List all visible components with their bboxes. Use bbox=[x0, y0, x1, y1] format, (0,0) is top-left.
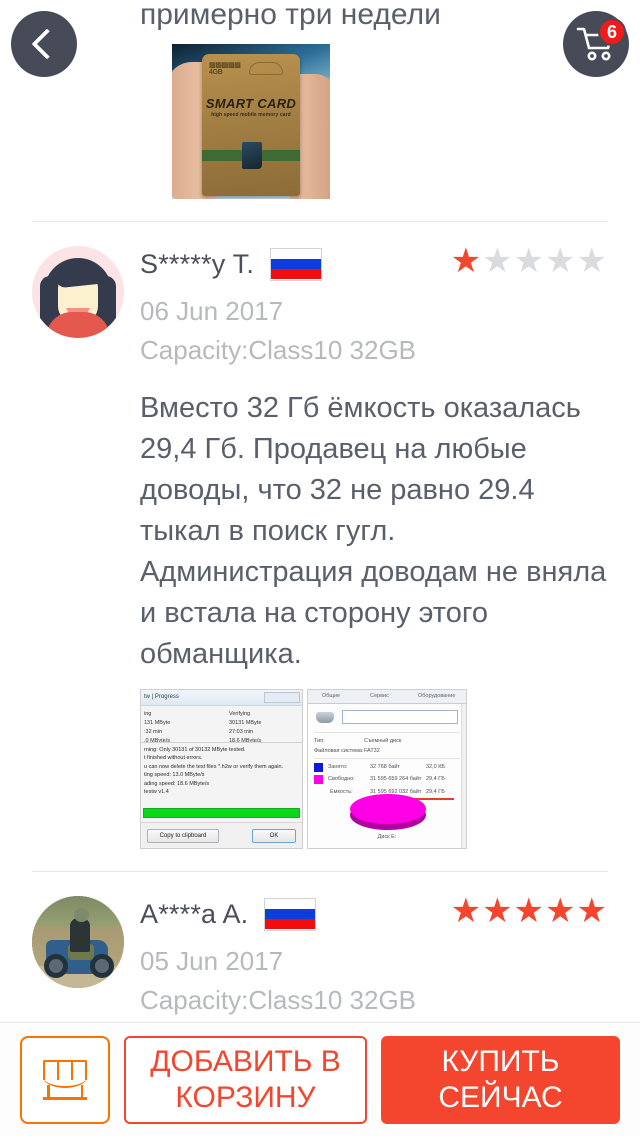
separator bbox=[141, 742, 302, 743]
star-rating: ★★★★★ bbox=[451, 894, 608, 928]
capacity-label: Емкость: bbox=[330, 789, 353, 795]
buy-now-button[interactable]: КУПИТЬ СЕЙЧАС bbox=[381, 1035, 620, 1124]
review-photos: tw | Progress ing 131 MByte :32 min .0 M… bbox=[140, 689, 608, 849]
used-bytes: 32 768 байт bbox=[370, 764, 401, 770]
volume-label-input bbox=[342, 710, 458, 724]
tab-service: Сервис bbox=[370, 693, 389, 699]
review-item: S*****y T. ★★★★★ 06 Jun 2017 Capacity:Cl… bbox=[0, 222, 640, 849]
scrollbar bbox=[461, 704, 466, 848]
green-tape-left bbox=[202, 150, 242, 161]
star-filled: ★ bbox=[545, 892, 577, 930]
review-header: S*****y T. ★★★★★ 06 Jun 2017 Capacity:Cl… bbox=[32, 244, 608, 366]
star-empty: ★ bbox=[513, 242, 546, 280]
star-rating: ★★★★★ bbox=[451, 244, 608, 278]
h2-column-left: ing 131 MByte :32 min .0 MByte/s bbox=[144, 711, 171, 744]
review-page: примерно три недели ▨▨▨▨▨ 4GB SMART CARD … bbox=[0, 0, 640, 1136]
chevron-left-icon bbox=[31, 28, 63, 60]
filesystem-value: FAT32 bbox=[364, 748, 380, 754]
pie-chart-label: Диск E: bbox=[377, 834, 397, 840]
review-meta: S*****y T. ★★★★★ 06 Jun 2017 Capacity:Cl… bbox=[140, 244, 608, 366]
avatar[interactable] bbox=[32, 246, 124, 338]
review-text: Вместо 32 Гб ёмкость оказалась 29,4 Гб. … bbox=[140, 392, 607, 670]
review-photo-smartcard[interactable]: ▨▨▨▨▨ 4GB SMART CARD high speed mobile me… bbox=[172, 44, 330, 199]
type-label: Тип: bbox=[314, 738, 325, 744]
review-meta: A****a A. ★★★★★ 05 Jun 2017 Capacity:Cla… bbox=[140, 894, 608, 1016]
tab-hardware: Оборудование bbox=[418, 693, 456, 699]
reviewer-row: A****a A. ★★★★★ bbox=[140, 894, 608, 932]
free-swatch bbox=[314, 775, 323, 784]
review-spec: Capacity:Class10 32GB bbox=[140, 985, 417, 1015]
star-filled: ★ bbox=[450, 242, 483, 280]
partial-review-top: примерно три недели ▨▨▨▨▨ 4GB SMART CARD … bbox=[0, 0, 640, 199]
disk-usage-pie-chart bbox=[350, 794, 426, 824]
microsd-card bbox=[242, 142, 262, 169]
review-photo-h2testw[interactable]: tw | Progress ing 131 MByte :32 min .0 M… bbox=[140, 689, 303, 849]
avatar-fringe bbox=[54, 261, 102, 289]
back-button[interactable] bbox=[11, 11, 77, 77]
star-filled: ★ bbox=[482, 892, 514, 930]
shopping-cart-icon: 6 bbox=[576, 18, 626, 62]
reviews-scroll-area[interactable]: примерно три недели ▨▨▨▨▨ 4GB SMART CARD … bbox=[0, 0, 640, 1022]
reviewer-name: S*****y T. bbox=[140, 248, 255, 279]
star-filled: ★ bbox=[450, 892, 483, 930]
star-filled: ★ bbox=[576, 892, 608, 930]
review-header: A****a A. ★★★★★ 05 Jun 2017 Capacity:Cla… bbox=[32, 894, 608, 1016]
storefront-icon bbox=[43, 1059, 87, 1100]
review-item: A****a A. ★★★★★ 05 Jun 2017 Capacity:Cla… bbox=[0, 872, 640, 1016]
avatar-wheel-front bbox=[44, 954, 68, 978]
partial-review-text: примерно три недели bbox=[140, 0, 441, 31]
add-to-cart-button[interactable]: ДОБАВИТЬ В КОРЗИНУ bbox=[124, 1035, 367, 1124]
star-empty: ★ bbox=[482, 242, 514, 280]
window-controls bbox=[264, 692, 300, 703]
filesystem-label: Файловая система: bbox=[314, 748, 364, 754]
free-bytes: 31 595 659 264 байт bbox=[370, 776, 422, 782]
used-size: 32,0 КБ bbox=[426, 764, 446, 770]
capacity-size: 29,4 ГБ bbox=[426, 789, 445, 795]
type-value: Съемный диск bbox=[364, 738, 402, 744]
used-label: Занято: bbox=[328, 764, 348, 770]
bottom-action-bar: ДОБАВИТЬ В КОРЗИНУ КУПИТЬ СЕЙЧАС bbox=[0, 1022, 640, 1136]
hang-hole bbox=[249, 62, 283, 75]
kraft-card-package: ▨▨▨▨▨ 4GB SMART CARD high speed mobile me… bbox=[202, 54, 300, 196]
package-subtitle: high speed mobile memory card bbox=[211, 112, 291, 118]
star-empty: ★ bbox=[545, 242, 577, 280]
avatar-rider bbox=[70, 918, 90, 952]
package-title: SMART CARD bbox=[205, 96, 297, 111]
review-date: 06 Jun 2017 bbox=[140, 296, 284, 326]
review-date: 05 Jun 2017 bbox=[140, 946, 284, 976]
reviewer-row: S*****y T. ★★★★★ bbox=[140, 244, 608, 282]
cart-badge-count: 6 bbox=[598, 18, 626, 46]
cart-button[interactable]: 6 bbox=[563, 11, 629, 77]
properties-tabs: Общие Сервис Оборудование bbox=[308, 690, 466, 704]
drive-icon bbox=[316, 712, 334, 723]
partial-review-photos: ▨▨▨▨▨ 4GB SMART CARD high speed mobile me… bbox=[32, 44, 608, 199]
avatar[interactable] bbox=[32, 896, 124, 988]
copy-to-clipboard-button: Copy to clipboard bbox=[147, 829, 219, 843]
russia-flag-icon bbox=[264, 897, 317, 931]
progress-bar bbox=[143, 808, 300, 818]
russia-flag-icon bbox=[270, 247, 323, 281]
h2-log-text: rning: Only 30131 of 30132 MByte tested.… bbox=[144, 747, 284, 796]
free-size: 29,4 ГБ bbox=[426, 776, 445, 782]
store-button[interactable] bbox=[20, 1035, 110, 1124]
star-empty: ★ bbox=[576, 242, 608, 280]
green-tape-right bbox=[260, 150, 300, 161]
tab-general: Общие bbox=[322, 693, 341, 699]
star-filled: ★ bbox=[513, 892, 546, 930]
used-swatch bbox=[314, 763, 323, 772]
free-label: Свободно: bbox=[328, 776, 355, 782]
avatar-rider-helmet bbox=[74, 908, 89, 922]
h2-column-right: Verifying 30131 MByte 27:03 min 18.6 MBy… bbox=[229, 711, 262, 744]
package-brand-label: ▨▨▨▨▨ 4GB bbox=[209, 62, 241, 76]
review-spec: Capacity:Class10 32GB bbox=[140, 335, 417, 365]
dialog-footer: Copy to clipboard OK bbox=[141, 822, 302, 848]
reviewer-name: A****a A. bbox=[140, 898, 249, 929]
review-photo-disk-properties[interactable]: Общие Сервис Оборудование Тип: Съемный д… bbox=[307, 689, 467, 849]
ok-button: OK bbox=[252, 829, 296, 843]
